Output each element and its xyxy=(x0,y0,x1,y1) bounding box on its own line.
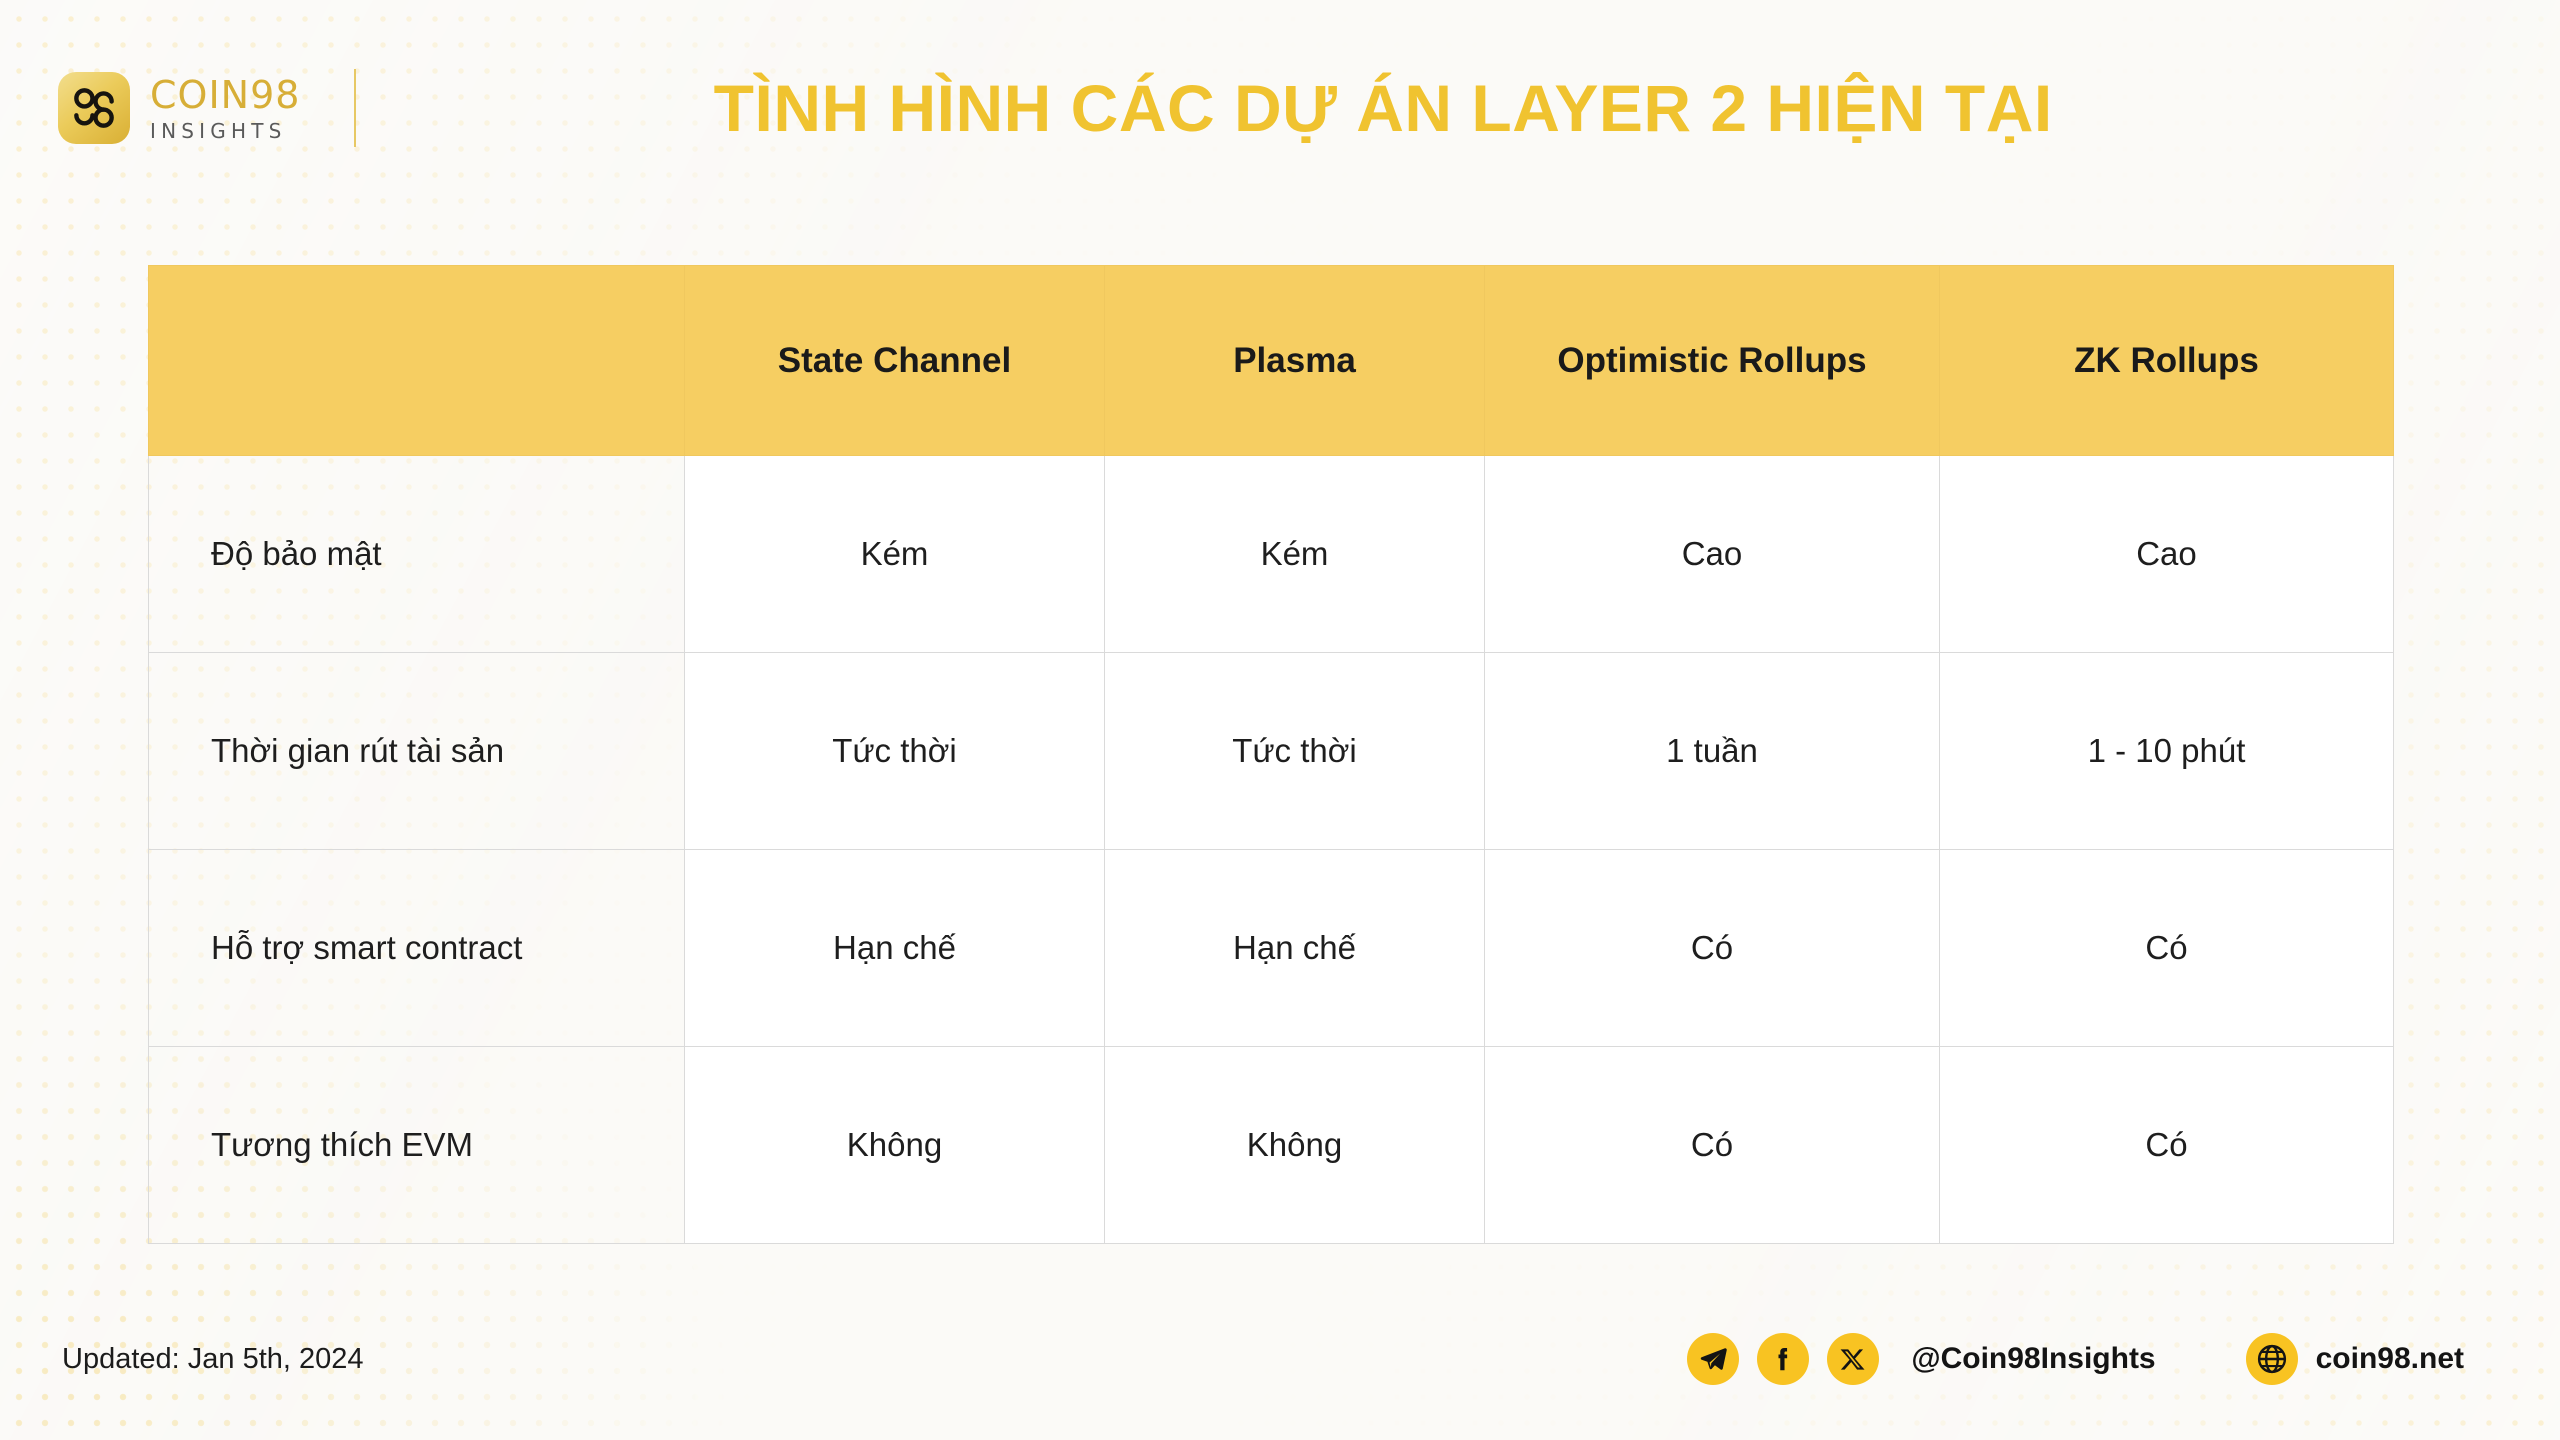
infographic-page: COIN98 INSIGHTS TÌNH HÌNH CÁC DỰ ÁN LAYE… xyxy=(0,0,2560,1440)
page-title: TÌNH HÌNH CÁC DỰ ÁN LAYER 2 HIỆN TẠI xyxy=(713,71,2053,145)
cell-smartcontract-optimistic-rollups: Có xyxy=(1484,849,1940,1047)
row-label-evm-compatibility: Tương thích EVM xyxy=(148,1046,685,1244)
column-header-plasma: Plasma xyxy=(1104,265,1485,456)
cell-smartcontract-plasma: Hạn chế xyxy=(1104,849,1485,1047)
table-body: Độ bảo mật Kém Kém Cao Cao Thời gian rút… xyxy=(148,455,2394,1244)
table-header-row: State Channel Plasma Optimistic Rollups … xyxy=(148,265,2394,456)
cell-smartcontract-zk-rollups: Có xyxy=(1939,849,2394,1047)
brand-wordmark: COIN98 INSIGHTS xyxy=(150,76,300,141)
row-label-withdrawal-time: Thời gian rút tài sản xyxy=(148,652,685,850)
updated-date: Updated: Jan 5th, 2024 xyxy=(62,1342,364,1375)
cell-smartcontract-state-channel: Hạn chế xyxy=(684,849,1105,1047)
comparison-table-container: State Channel Plasma Optimistic Rollups … xyxy=(148,265,2394,1244)
facebook-icon[interactable] xyxy=(1757,1333,1810,1385)
column-header-state-channel: State Channel xyxy=(684,265,1105,456)
table-head: State Channel Plasma Optimistic Rollups … xyxy=(148,265,2394,456)
cell-evm-state-channel: Không xyxy=(684,1046,1105,1244)
cell-security-plasma: Kém xyxy=(1104,455,1485,653)
column-header-zk-rollups: ZK Rollups xyxy=(1939,265,2394,456)
cell-withdrawal-plasma: Tức thời xyxy=(1104,652,1485,850)
coin98-logo-icon xyxy=(58,72,130,144)
brand-name: COIN98 xyxy=(150,72,301,117)
table-row: Thời gian rút tài sản Tức thời Tức thời … xyxy=(148,652,2394,850)
column-header-optimistic-rollups: Optimistic Rollups xyxy=(1484,265,1940,456)
header-bar: COIN98 INSIGHTS TÌNH HÌNH CÁC DỰ ÁN LAYE… xyxy=(0,48,2560,168)
brand-logo-group: COIN98 INSIGHTS xyxy=(58,48,357,168)
globe-icon[interactable] xyxy=(2245,1333,2298,1385)
cell-evm-optimistic-rollups: Có xyxy=(1484,1046,1940,1244)
row-label-smart-contract-support: Hỗ trợ smart contract xyxy=(148,849,685,1047)
table-row: Độ bảo mật Kém Kém Cao Cao xyxy=(148,455,2394,653)
cell-security-state-channel: Kém xyxy=(684,455,1105,653)
cell-evm-zk-rollups: Có xyxy=(1939,1046,2394,1244)
telegram-icon[interactable] xyxy=(1687,1333,1740,1385)
website-link-group[interactable]: coin98.net xyxy=(2245,1333,2464,1385)
website-url: coin98.net xyxy=(2315,1342,2464,1375)
social-handle: @Coin98Insights xyxy=(1911,1342,2156,1375)
x-twitter-icon[interactable] xyxy=(1827,1333,1880,1385)
cell-withdrawal-state-channel: Tức thời xyxy=(684,652,1105,850)
table-corner-cell xyxy=(148,265,685,456)
footer-bar: Updated: Jan 5th, 2024 @Coin98Insights c… xyxy=(0,1324,2560,1394)
layer2-comparison-table: State Channel Plasma Optimistic Rollups … xyxy=(148,265,2394,1244)
cell-evm-plasma: Không xyxy=(1104,1046,1485,1244)
social-links-group: @Coin98Insights coin98.net xyxy=(1687,1333,2560,1385)
row-label-security: Độ bảo mật xyxy=(148,455,685,653)
brand-subtitle: INSIGHTS xyxy=(150,118,287,143)
cell-withdrawal-optimistic-rollups: 1 tuần xyxy=(1484,652,1940,850)
cell-security-zk-rollups: Cao xyxy=(1939,455,2394,653)
cell-security-optimistic-rollups: Cao xyxy=(1484,455,1940,653)
table-row: Hỗ trợ smart contract Hạn chế Hạn chế Có… xyxy=(148,849,2394,1047)
cell-withdrawal-zk-rollups: 1 - 10 phút xyxy=(1939,652,2394,850)
table-row: Tương thích EVM Không Không Có Có xyxy=(148,1046,2394,1244)
